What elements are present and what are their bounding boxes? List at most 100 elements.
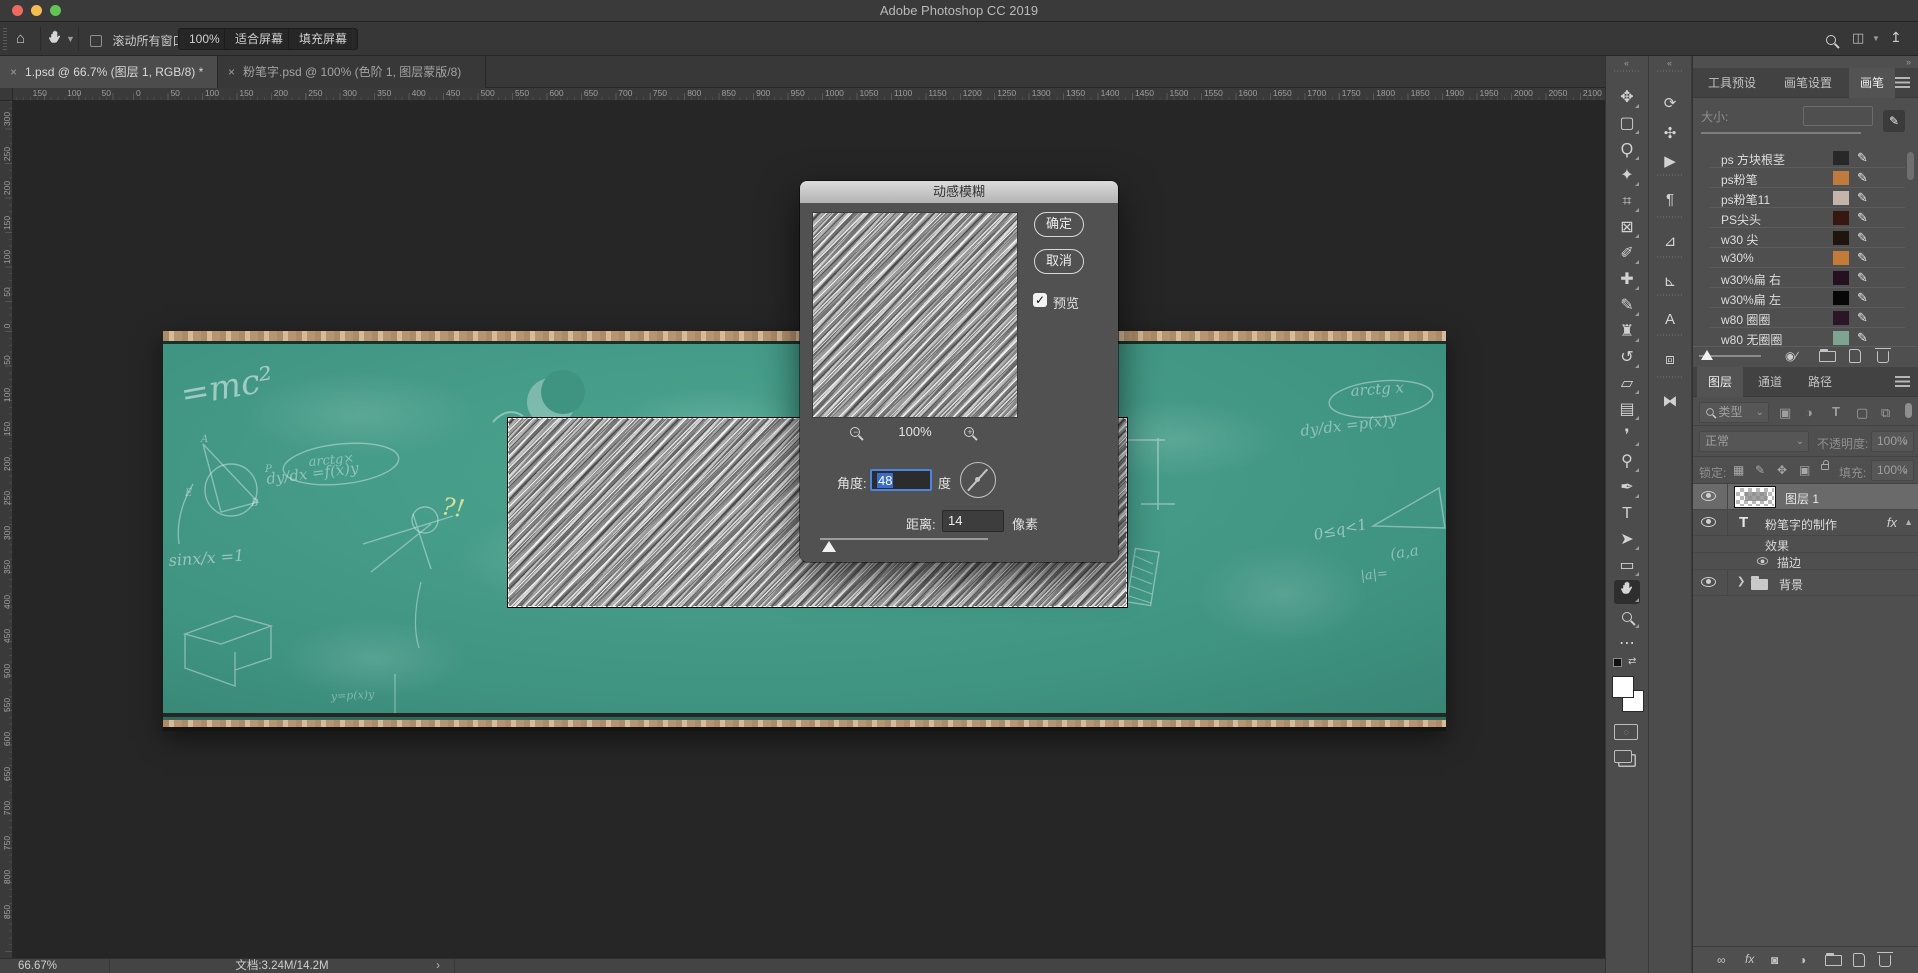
- scroll-all-windows-checkbox[interactable]: 滚动所有窗口: [90, 32, 184, 50]
- character-panel-icon[interactable]: A: [1657, 308, 1683, 332]
- document-info[interactable]: 文档:3.24M/14.2M ›: [110, 959, 455, 973]
- brush-preview-icon[interactable]: ◉∕: [1785, 349, 1797, 363]
- layer-row-text[interactable]: T 粉笔字的制作 fx ▲: [1693, 510, 1918, 536]
- visibility-toggle[interactable]: [1701, 490, 1716, 504]
- marquee-tool[interactable]: ▢: [1614, 112, 1640, 136]
- eraser-tool[interactable]: ▱: [1614, 372, 1640, 396]
- expand-group-icon[interactable]: ❯: [1737, 576, 1745, 587]
- plugins-panel-icon[interactable]: ✣: [1657, 122, 1683, 146]
- delete-layer-icon[interactable]: [1877, 951, 1893, 970]
- dock-grip[interactable]: [1614, 70, 1640, 72]
- paragraph-panel-icon[interactable]: ¶: [1657, 188, 1683, 212]
- threed-panel-icon[interactable]: ⧈: [1657, 348, 1683, 372]
- brush-item[interactable]: PS尖头 ✎: [1709, 208, 1905, 228]
- lock-transparent-icon[interactable]: ▦: [1733, 463, 1744, 477]
- brush-item[interactable]: w30% ✎: [1709, 248, 1905, 268]
- lasso-tool[interactable]: Ϙ: [1614, 138, 1640, 162]
- brush-item[interactable]: w80 无圈圈 ✎: [1709, 328, 1905, 346]
- dock-grip[interactable]: [1657, 70, 1683, 72]
- lock-artboard-icon[interactable]: ▣: [1799, 463, 1810, 477]
- delete-brush-icon[interactable]: [1875, 347, 1891, 366]
- type-tool[interactable]: T: [1614, 502, 1640, 526]
- pen-tool[interactable]: ✒: [1614, 476, 1640, 500]
- filter-type-icon[interactable]: T: [1832, 404, 1840, 419]
- brush-item[interactable]: w30%扁 右 ✎: [1709, 268, 1905, 288]
- eyedropper-tool[interactable]: ✐: [1614, 242, 1640, 266]
- move-tool[interactable]: ✥: [1614, 86, 1640, 110]
- layer-fx-badge[interactable]: fx: [1887, 515, 1897, 530]
- chevron-down-icon[interactable]: ▼: [66, 34, 75, 44]
- brush-tool[interactable]: ✎: [1614, 294, 1640, 318]
- brush-list-scrollbar[interactable]: [1907, 152, 1914, 180]
- checkbox-box[interactable]: [90, 35, 102, 47]
- quick-mask-icon[interactable]: ◌: [1614, 724, 1638, 740]
- document-tab[interactable]: × 1.psd @ 66.7% (图层 1, RGB/8) *: [0, 56, 218, 88]
- crop-tool[interactable]: ⌗: [1614, 190, 1640, 214]
- healing-brush-tool[interactable]: ✚: [1614, 268, 1640, 292]
- dodge-tool[interactable]: ⚲: [1614, 450, 1640, 474]
- eye-icon[interactable]: [1701, 576, 1716, 587]
- dock-grip[interactable]: [1657, 334, 1683, 336]
- filter-adjustment-icon[interactable]: ◑: [1805, 405, 1813, 420]
- tab-close-icon[interactable]: ×: [228, 65, 235, 79]
- edit-toolbar[interactable]: ⋯: [1614, 632, 1640, 656]
- blend-mode-select[interactable]: 正常 ⌄: [1699, 431, 1809, 452]
- layer-row-group[interactable]: ❯ 背景: [1693, 570, 1918, 596]
- screen-mode-icon[interactable]: [1614, 750, 1632, 763]
- layer-row-fxitem[interactable]: 描边: [1693, 553, 1918, 570]
- dock-grip[interactable]: [1657, 216, 1683, 218]
- eye-icon[interactable]: [1701, 490, 1716, 501]
- brush-stroke-button[interactable]: ✎: [1883, 110, 1905, 132]
- filter-shape-icon[interactable]: ▢: [1856, 405, 1868, 421]
- cancel-button[interactable]: 取消: [1034, 249, 1084, 274]
- tab-画笔设置[interactable]: 画笔设置: [1773, 68, 1843, 98]
- swap-colors-icon[interactable]: ⇄: [1628, 656, 1636, 667]
- tab-通道[interactable]: 通道: [1747, 367, 1793, 397]
- layer-row-effects[interactable]: 效果: [1693, 536, 1918, 553]
- path-select-tool[interactable]: ➤: [1614, 528, 1640, 552]
- horizontal-ruler[interactable]: 2001501005005010015020025030035040045050…: [0, 88, 1605, 101]
- layer-style-icon[interactable]: fx: [1745, 952, 1754, 966]
- collapse-dock-icon[interactable]: «: [1649, 58, 1691, 68]
- layer-filter-select[interactable]: 类型 ⌄: [1699, 402, 1769, 423]
- fill-select[interactable]: 100% ⌄: [1871, 460, 1914, 481]
- adjustment-layer-icon[interactable]: ◑: [1799, 953, 1806, 967]
- link-layers-icon[interactable]: ∞: [1717, 953, 1726, 967]
- opacity-select[interactable]: 100% ⌄: [1871, 431, 1914, 452]
- zoom-tool[interactable]: [1614, 606, 1640, 630]
- angle-input[interactable]: 48: [870, 469, 932, 491]
- brush-item[interactable]: w30 尖 ✎: [1709, 228, 1905, 248]
- collapse-fx-icon[interactable]: ▲: [1904, 517, 1913, 527]
- expand-dock-icon[interactable]: »: [1906, 57, 1912, 67]
- visibility-toggle[interactable]: [1701, 516, 1716, 530]
- brush-item[interactable]: ps 方块根茎 ✎: [1709, 148, 1905, 168]
- angle-dial[interactable]: [960, 462, 996, 498]
- frame-tool[interactable]: ⊠: [1614, 216, 1640, 240]
- dialog-title[interactable]: 动感模糊: [800, 181, 1118, 203]
- zoom-percentage[interactable]: 66.67%: [0, 959, 110, 973]
- dock-grip[interactable]: [1657, 174, 1683, 176]
- new-brush-icon[interactable]: [1849, 349, 1861, 366]
- collapse-dock-icon[interactable]: «: [1606, 58, 1648, 68]
- distance-input[interactable]: 14: [942, 510, 1004, 532]
- visibility-toggle[interactable]: [1701, 576, 1716, 590]
- history-panel-icon[interactable]: ⟳: [1657, 92, 1683, 116]
- dock-grip[interactable]: [1657, 376, 1683, 378]
- add-mask-icon[interactable]: ◙: [1771, 953, 1778, 967]
- document-tab[interactable]: × 粉笔字.psd @ 100% (色阶 1, 图层蒙版/8): [218, 56, 486, 88]
- home-icon[interactable]: ⌂: [16, 30, 25, 47]
- clone-stamp-tool[interactable]: ♜: [1614, 320, 1640, 344]
- rectangle-tool[interactable]: ▭: [1614, 554, 1640, 578]
- dock-grip[interactable]: [1657, 294, 1683, 296]
- brush-item[interactable]: w30%扁 左 ✎: [1709, 288, 1905, 308]
- tab-图层[interactable]: 图层: [1697, 367, 1744, 397]
- ok-button[interactable]: 确定: [1034, 212, 1084, 237]
- foreground-color-swatch[interactable]: [1612, 676, 1634, 698]
- lock-pixels-icon[interactable]: ✎: [1755, 463, 1765, 477]
- gradient-tool[interactable]: ▤: [1614, 398, 1640, 422]
- brush-footer-slider-thumb[interactable]: [1701, 350, 1713, 360]
- brush-size-slider[interactable]: [1701, 132, 1861, 134]
- hand-tool[interactable]: [1614, 580, 1640, 604]
- search-icon[interactable]: [1826, 32, 1836, 50]
- status-chevron-icon[interactable]: ›: [436, 959, 440, 973]
